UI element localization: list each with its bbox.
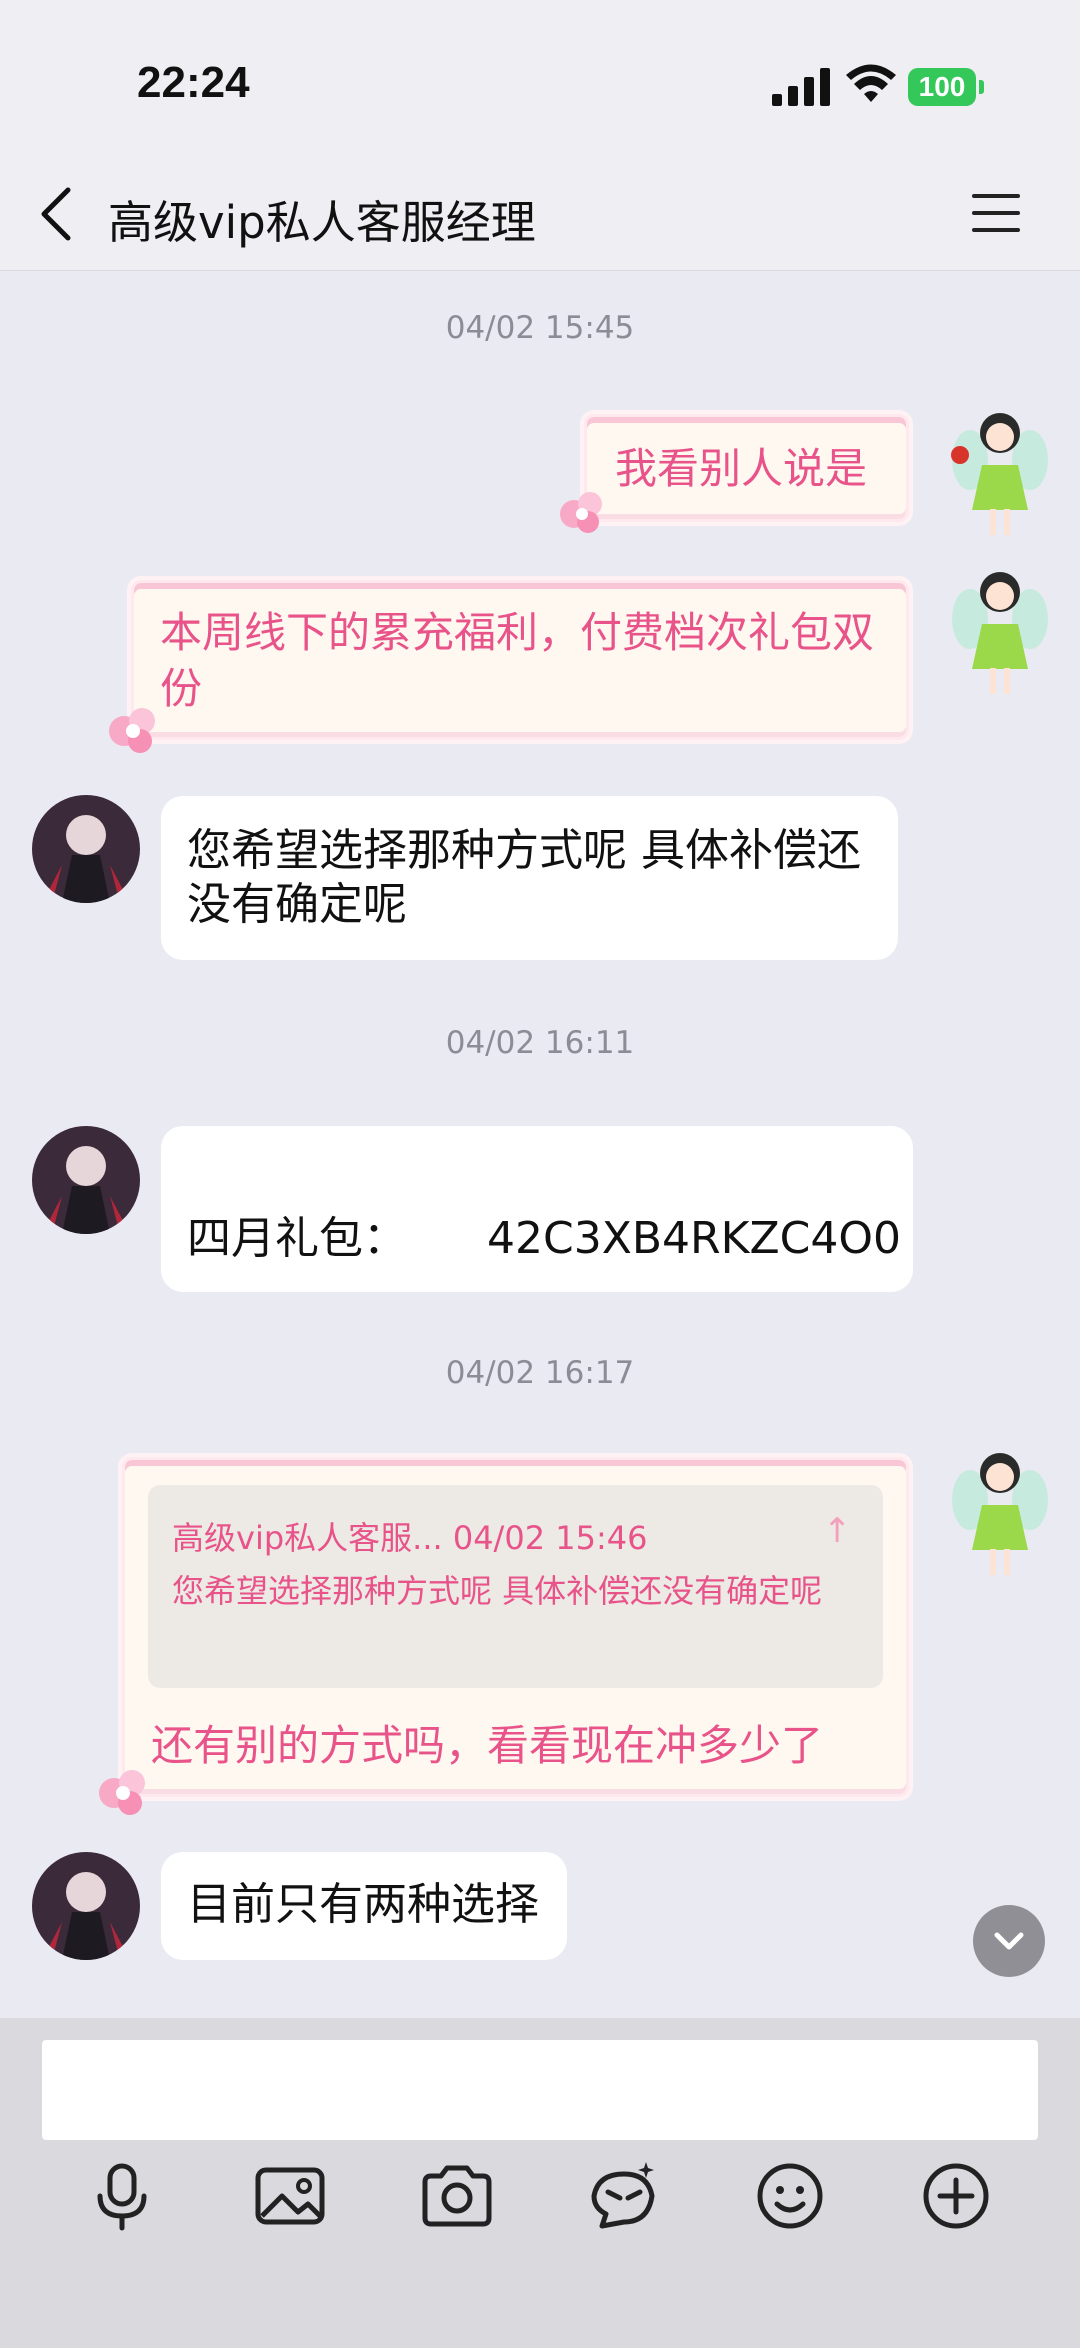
timestamp: 04/02 16:17 — [445, 1355, 635, 1391]
arrow-up-icon[interactable]: ↑ — [823, 1511, 852, 1551]
battery-tip — [979, 80, 984, 94]
message-text: 还有别的方式吗，看看现在冲多少了 — [151, 1721, 824, 1770]
plus-icon[interactable] — [916, 2156, 996, 2236]
fairy-avatar-icon — [952, 572, 1048, 694]
scroll-to-bottom-button[interactable] — [973, 1905, 1045, 1977]
fairy-avatar-icon — [952, 1453, 1048, 1575]
chevron-down-icon — [994, 1932, 1024, 1950]
status-bar: 22:24 100 — [0, 0, 1080, 160]
input-toolbar — [0, 2018, 1080, 2348]
chat-header: 高级vip私人客服经理 — [0, 160, 1080, 271]
message-text: 目前只有两种选择 — [187, 1879, 539, 1930]
chevron-left-icon[interactable] — [34, 184, 84, 244]
message-bubble-incoming[interactable]: 您希望选择那种方式呢 具体补偿还没有确定呢 — [161, 796, 898, 960]
signal-icon — [772, 68, 830, 106]
gift-label: 四月礼包： — [187, 1213, 407, 1264]
hamburger-menu-icon[interactable] — [968, 188, 1024, 238]
wifi-icon — [846, 64, 896, 102]
flower-decoration-icon — [99, 1770, 145, 1815]
quoted-message-text: 您希望选择那种方式呢 具体补偿还没有确定呢 — [172, 1572, 823, 1610]
message-bubble-incoming[interactable]: 四月礼包： 42C3XB4RKZC4O0 — [161, 1126, 913, 1292]
quoted-message[interactable]: 高级vip私人客服... 04/02 15:46 ↑ 您希望选择那种方式呢 具体… — [148, 1485, 883, 1688]
flower-decoration-icon — [560, 492, 602, 533]
fairy-avatar-icon — [951, 413, 1048, 535]
message-bubble-incoming[interactable]: 目前只有两种选择 — [161, 1852, 567, 1960]
status-time: 22:24 — [137, 58, 250, 107]
image-icon[interactable] — [250, 2156, 330, 2236]
sticker-icon[interactable] — [584, 2156, 664, 2236]
message-text: 我看别人说是 — [615, 444, 868, 493]
avatar-image — [32, 795, 140, 903]
quoted-message-header: 高级vip私人客服... 04/02 15:46 — [172, 1519, 648, 1557]
message-input[interactable] — [42, 2040, 1038, 2140]
avatar[interactable] — [32, 1852, 140, 1960]
emoji-icon[interactable] — [750, 2156, 830, 2236]
battery-indicator: 100 — [908, 68, 976, 106]
gift-code[interactable]: 42C3XB4RKZC4O0 — [487, 1212, 901, 1266]
message-bubble-outgoing[interactable]: 本周线下的累充福利，付费档次礼包双份 — [131, 580, 909, 740]
message-text: 本周线下的累充福利，付费档次礼包双份 — [160, 608, 875, 713]
flower-decoration-icon — [109, 708, 155, 753]
timestamp: 04/02 15:45 — [445, 310, 635, 346]
microphone-icon[interactable] — [82, 2156, 162, 2236]
avatar-image — [32, 1126, 140, 1234]
camera-icon[interactable] — [417, 2156, 497, 2236]
chat-title: 高级vip私人客服经理 — [108, 196, 536, 249]
timestamp: 04/02 16:11 — [445, 1025, 635, 1061]
message-text: 您希望选择那种方式呢 具体补偿还没有确定呢 — [187, 825, 861, 930]
message-bubble-outgoing[interactable]: 我看别人说是 — [584, 414, 909, 522]
avatar[interactable] — [32, 795, 140, 903]
avatar[interactable] — [32, 1126, 140, 1234]
avatar-image — [32, 1852, 140, 1960]
